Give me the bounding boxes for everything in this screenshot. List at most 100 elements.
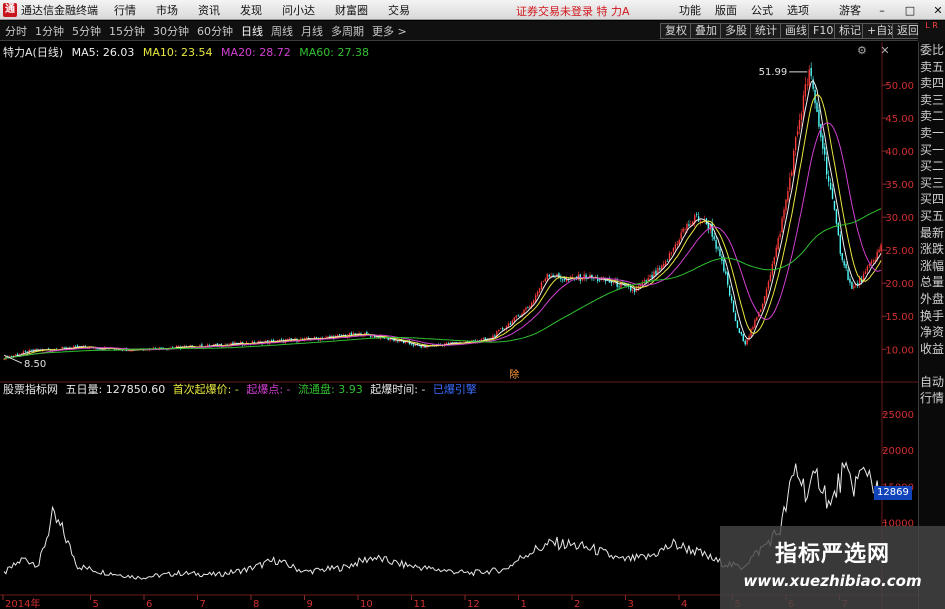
side-ask-5[interactable]: 卖五 — [919, 59, 945, 76]
candle-body — [298, 341, 300, 342]
side-net-assets[interactable]: 净资 — [919, 324, 945, 341]
side-commission-ratio[interactable]: 委比 — [919, 42, 945, 59]
menu-item-options[interactable]: 选项 — [787, 2, 809, 18]
side-bid-4[interactable]: 买四 — [919, 191, 945, 208]
chart-settings-icon[interactable]: ⚙ — [857, 44, 867, 57]
app-logo-icon: 通 — [3, 2, 17, 17]
candle-body — [870, 261, 873, 264]
menu-item-formula[interactable]: 公式 — [751, 2, 773, 18]
candle-body — [482, 338, 484, 339]
candle-body — [835, 209, 838, 224]
menu-item-trade[interactable]: 交易 — [388, 2, 410, 18]
candle-body — [445, 342, 448, 345]
maximize-icon[interactable]: □ — [903, 4, 917, 17]
period-weekly[interactable]: 周线 — [268, 23, 296, 39]
menu-item-markets[interactable]: 市场 — [156, 2, 178, 18]
multi-stock-button[interactable]: 多股 — [720, 23, 752, 39]
menu-item-layout[interactable]: 版面 — [715, 2, 737, 18]
candle-body — [668, 253, 671, 261]
candle-body — [690, 224, 692, 225]
side-ask-2[interactable]: 卖二 — [919, 108, 945, 125]
adjust-button[interactable]: 复权 — [660, 23, 692, 39]
candle-body — [583, 274, 585, 280]
candle-body — [564, 279, 566, 281]
side-toggle[interactable]: L R — [918, 21, 945, 42]
candle-body — [127, 350, 129, 352]
candle-body — [536, 291, 539, 296]
menu-item-function[interactable]: 功能 — [679, 2, 701, 18]
side-earnings[interactable]: 收益 — [919, 341, 945, 358]
close-icon[interactable]: ✕ — [931, 4, 945, 17]
period-1min[interactable]: 1分钟 — [32, 23, 67, 39]
price-tick-label-6: 40.00 — [885, 147, 914, 158]
candle-body — [527, 307, 529, 308]
period-15min[interactable]: 15分钟 — [106, 23, 148, 39]
period-30min[interactable]: 30分钟 — [150, 23, 192, 39]
menu-item-ask[interactable]: 问小达 — [282, 2, 315, 18]
period-multi[interactable]: 多周期 — [328, 23, 367, 39]
candle-body — [280, 339, 283, 341]
candle-body — [562, 279, 564, 281]
candle-body — [833, 200, 836, 210]
candle-body — [738, 328, 741, 333]
candle-body — [680, 232, 682, 239]
side-change[interactable]: 涨跌 — [919, 241, 945, 258]
five-day-volume: 五日量: 127850.60 — [65, 383, 166, 396]
side-bid-1[interactable]: 买一 — [919, 142, 945, 159]
side-change-pct[interactable]: 涨幅 — [919, 258, 945, 275]
side-ask-3[interactable]: 卖三 — [919, 92, 945, 109]
candle-body — [713, 236, 715, 240]
side-ask-4[interactable]: 卖四 — [919, 75, 945, 92]
chart-canvas[interactable]: 10.00 15.00 20.00 25.00 30.00 35.00 40.00 45.00… — [0, 42, 918, 609]
app-title: 通达信金融终端 — [21, 3, 98, 17]
period-tick[interactable]: 分时 — [2, 23, 30, 39]
side-total-volume[interactable]: 总量 — [919, 274, 945, 291]
side-auto[interactable]: 自动 — [919, 374, 945, 391]
chart-close-icon[interactable]: ✕ — [880, 44, 889, 57]
candle-body — [325, 336, 327, 338]
period-daily[interactable]: 日线 — [238, 23, 266, 39]
side-outer-volume[interactable]: 外盘 — [919, 291, 945, 308]
side-quote[interactable]: 行情 — [919, 390, 945, 407]
time-tick-label-10: 2 — [574, 599, 580, 609]
menu-bar: 通 通达信金融终端 行情 市场 资讯 发现 问小达 财富圈 交易 证券交易未登录… — [0, 0, 945, 20]
candle-body — [740, 332, 743, 335]
side-bid-5[interactable]: 买五 — [919, 208, 945, 225]
side-bid-3[interactable]: 买三 — [919, 175, 945, 192]
candle-body — [837, 223, 840, 236]
candle-body — [825, 156, 828, 175]
menu-item-news[interactable]: 资讯 — [198, 2, 220, 18]
period-monthly[interactable]: 月线 — [298, 23, 326, 39]
candle-body — [14, 354, 17, 356]
period-60min[interactable]: 60分钟 — [194, 23, 236, 39]
period-more[interactable]: 更多 > — [369, 23, 410, 39]
candle-body — [734, 313, 737, 322]
minimize-icon[interactable]: – — [875, 4, 889, 17]
menu-item-guest[interactable]: 游客 — [839, 2, 861, 18]
candle-body — [732, 301, 735, 313]
period-5min[interactable]: 5分钟 — [69, 23, 104, 39]
side-ask-1[interactable]: 卖一 — [919, 125, 945, 142]
menu-item-wealth[interactable]: 财富圈 — [335, 2, 368, 18]
overlay-button[interactable]: 叠加 — [690, 23, 722, 39]
candle-body — [606, 280, 609, 281]
candle-body — [845, 264, 847, 269]
candle-body — [744, 340, 746, 345]
stats-button[interactable]: 统计 — [750, 23, 782, 39]
candle-body — [725, 271, 727, 274]
side-latest[interactable]: 最新 — [919, 225, 945, 242]
candle-body — [765, 289, 768, 298]
candle-body — [847, 269, 849, 280]
candle-body — [773, 257, 776, 265]
side-turnover[interactable]: 换手 — [919, 308, 945, 325]
candle-body — [688, 224, 690, 226]
time-tick-label-8: 12 — [467, 599, 480, 609]
menu-item-market[interactable]: 行情 — [114, 2, 136, 18]
candle-body — [719, 248, 721, 256]
candle-body — [501, 327, 504, 330]
time-tick-label-2: 6 — [146, 599, 152, 609]
menu-item-discover[interactable]: 发现 — [240, 2, 262, 18]
side-bid-2[interactable]: 买二 — [919, 158, 945, 175]
price-tick-label-5: 35.00 — [885, 180, 914, 191]
candle-body — [777, 238, 779, 250]
